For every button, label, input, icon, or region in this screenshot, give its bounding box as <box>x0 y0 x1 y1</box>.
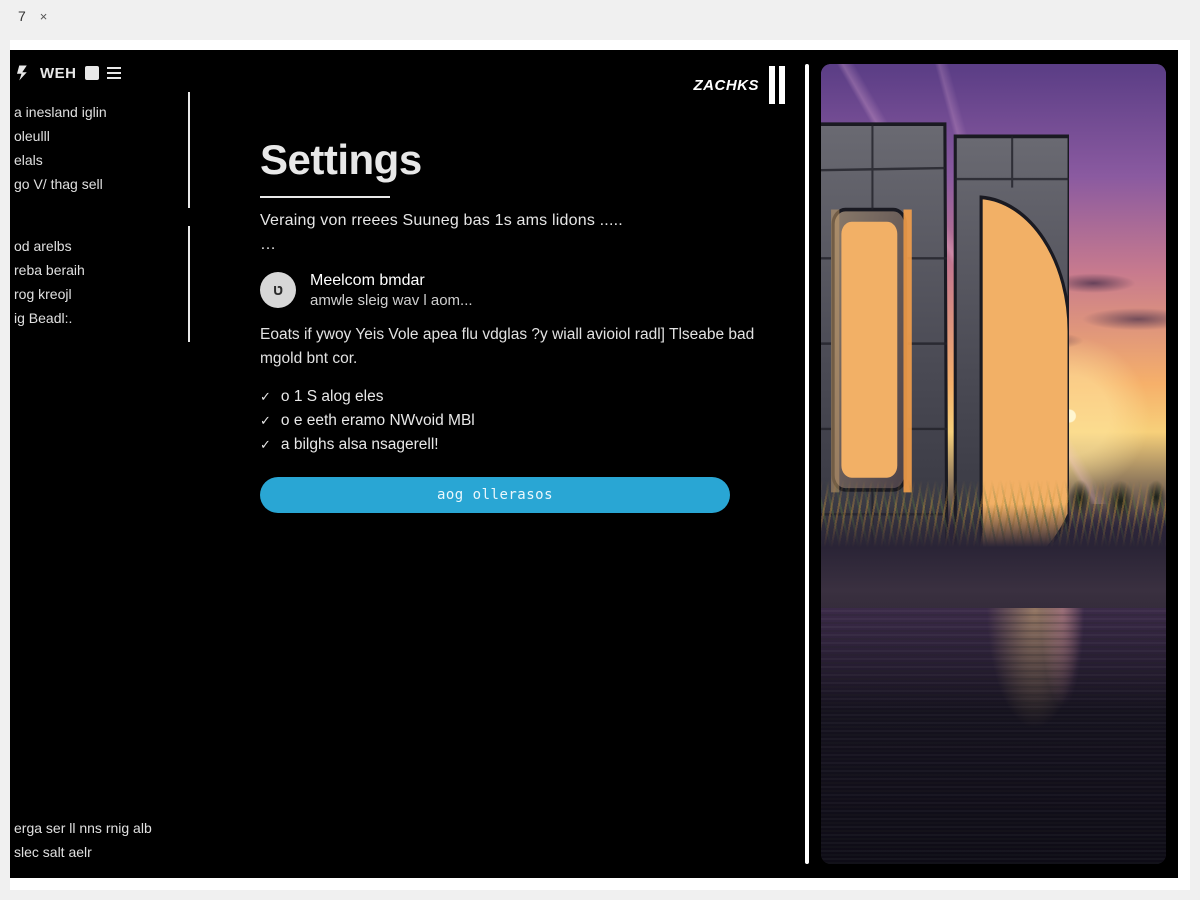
sidebar-footer-item[interactable]: slec salt aelr <box>10 840 190 864</box>
tab-label: 7 <box>18 8 26 24</box>
primary-cta-button[interactable]: aog ollerasos <box>260 477 730 513</box>
ellipsis: … <box>260 236 787 254</box>
window-tab[interactable]: 7 × <box>18 8 47 24</box>
checklist-item: o e eeth eramo NWvoid MBl <box>260 409 787 433</box>
bolt-icon <box>14 64 32 82</box>
nav-item[interactable]: oleulll <box>14 124 178 148</box>
setting-icon: ט <box>260 272 296 308</box>
setting-description: amwle sleig wav l aom... <box>310 292 473 309</box>
nav-group-2: od arelbs reba beraih rog kreojl ig Bead… <box>10 226 190 342</box>
app-root: WEH a inesland iglin oleulll elals go V/… <box>10 50 1178 878</box>
checklist: o 1 S alog eles o e eeth eramo NWvoid MB… <box>260 385 787 457</box>
page-subtitle: Veraing von rreees Suuneg bas 1s ams lid… <box>260 212 787 230</box>
vertical-divider <box>805 64 809 864</box>
level-bars-icon <box>769 66 785 104</box>
nav-group-1: a inesland iglin oleulll elals go V/ tha… <box>10 92 190 208</box>
main-content: ZACHKS Settings Veraing von rreees Suune… <box>200 50 805 878</box>
page-title: Settings <box>260 136 787 184</box>
nav-item[interactable]: go V/ thag sell <box>14 172 178 196</box>
checklist-item: o 1 S alog eles <box>260 385 787 409</box>
brand-right-label: ZACHKS <box>694 77 760 94</box>
nav-item[interactable]: reba beraih <box>14 258 178 282</box>
sidebar-header: WEH <box>10 64 190 92</box>
setting-row: ט Meelcom bmdar amwle sleig wav l aom... <box>260 272 787 309</box>
brand-left-label: WEH <box>40 65 77 82</box>
preview-water <box>821 608 1166 864</box>
nav-item[interactable]: ig Beadl:. <box>14 306 178 330</box>
close-icon[interactable]: × <box>40 9 48 24</box>
nav-item[interactable]: elals <box>14 148 178 172</box>
brand-right: ZACHKS <box>694 66 786 104</box>
menu-icon[interactable] <box>107 67 121 79</box>
nav-item[interactable]: rog kreojl <box>14 282 178 306</box>
nav-item[interactable]: a inesland iglin <box>14 100 178 124</box>
sidebar: WEH a inesland iglin oleulll elals go V/… <box>10 50 200 878</box>
square-icon <box>85 66 99 80</box>
app-frame: WEH a inesland iglin oleulll elals go V/… <box>10 40 1190 890</box>
preview-panel <box>821 64 1166 864</box>
title-divider <box>260 196 390 198</box>
checklist-item: a bilghs alsa nsagerell! <box>260 433 787 457</box>
setting-label: Meelcom bmdar <box>310 272 473 290</box>
body-text: Eoats if ywoy Yeis Vole apea flu vdglas … <box>260 323 787 371</box>
sidebar-footer-item[interactable]: erga ser ll nns rnig alb <box>10 816 190 840</box>
nav-item[interactable]: od arelbs <box>14 234 178 258</box>
